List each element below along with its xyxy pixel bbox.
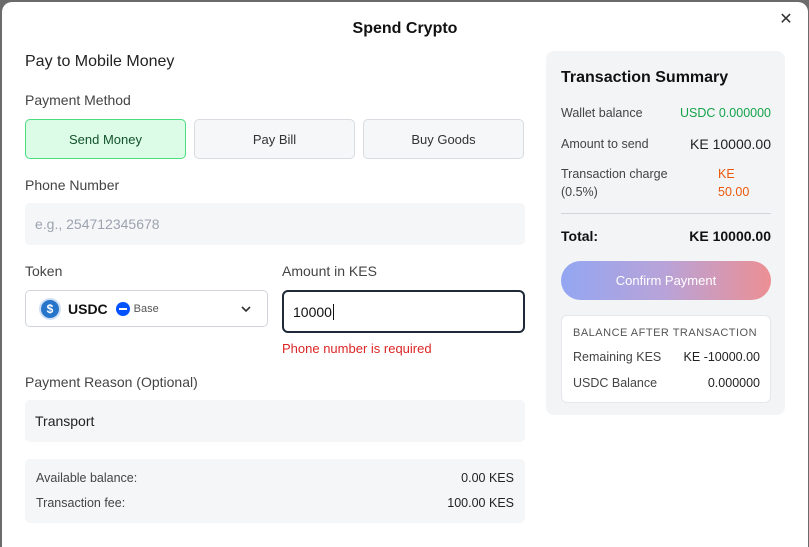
available-balance-row: Available balance: 0.00 KES xyxy=(36,471,514,485)
summary-divider xyxy=(561,213,771,214)
send-money-button[interactable]: Send Money xyxy=(25,119,186,159)
section-title: Pay to Mobile Money xyxy=(25,53,175,70)
remaining-kes-value: KE -10000.00 xyxy=(683,350,760,364)
transaction-charge-value: KE 50.00 xyxy=(718,165,749,201)
wallet-balance-label: Wallet balance xyxy=(561,106,643,120)
phone-number-label: Phone Number xyxy=(25,177,120,193)
transaction-charge-currency: KE xyxy=(718,167,735,181)
available-balance-label: Available balance: xyxy=(36,471,138,485)
summary-title: Transaction Summary xyxy=(561,69,729,86)
chevron-down-icon xyxy=(241,306,251,313)
transaction-summary-panel: Transaction Summary Wallet balance USDC … xyxy=(546,51,785,415)
transaction-charge-amount: 50.00 xyxy=(718,185,750,199)
transaction-fee-value: 100.00 KES xyxy=(447,496,514,510)
payment-reason-label: Payment Reason (Optional) xyxy=(25,374,198,390)
confirm-payment-button[interactable]: Confirm Payment xyxy=(561,261,771,300)
amount-input[interactable]: 10000 xyxy=(282,290,525,333)
wallet-balance-value: USDC 0.000000 xyxy=(679,106,771,120)
usdc-balance-row: USDC Balance 0.000000 xyxy=(573,376,760,390)
amount-error-message: Phone number is required xyxy=(282,341,432,356)
close-icon[interactable]: ✕ xyxy=(778,12,794,28)
pay-bill-button[interactable]: Pay Bill xyxy=(194,119,355,159)
balance-after-transaction-box: BALANCE AFTER TRANSACTION Remaining KES … xyxy=(561,315,771,403)
base-network-icon xyxy=(115,301,130,316)
usdc-balance-value: 0.000000 xyxy=(707,376,760,390)
amount-value: 10000 xyxy=(293,303,332,320)
transaction-fee-label: Transaction fee: xyxy=(36,496,126,510)
total-label: Total: xyxy=(561,228,599,244)
phone-number-placeholder: e.g., 254712345678 xyxy=(35,216,160,232)
remaining-kes-row: Remaining KES KE -10000.00 xyxy=(573,350,760,364)
token-symbol: USDC xyxy=(68,300,108,317)
payment-reason-value: Transport xyxy=(35,413,95,429)
balance-after-title: BALANCE AFTER TRANSACTION xyxy=(573,327,758,339)
buy-goods-button[interactable]: Buy Goods xyxy=(363,119,524,159)
usdc-logo-icon: $ xyxy=(39,297,61,320)
token-network: Base xyxy=(133,302,159,315)
remaining-kes-label: Remaining KES xyxy=(573,350,662,364)
token-select[interactable]: $ USDC Base xyxy=(25,290,268,327)
usdc-balance-label: USDC Balance xyxy=(573,376,658,390)
balance-info-box: Available balance: 0.00 KES Transaction … xyxy=(25,459,525,523)
payment-reason-input[interactable]: Transport xyxy=(25,400,525,442)
transaction-charge-label-line2: (0.5%) xyxy=(561,185,598,199)
transaction-charge-label-line1: Transaction charge xyxy=(561,167,668,181)
available-balance-value: 0.00 KES xyxy=(461,471,514,485)
total-value: KE 10000.00 xyxy=(689,228,771,244)
amount-to-send-label: Amount to send xyxy=(561,137,649,151)
amount-to-send-value: KE 10000.00 xyxy=(690,136,771,152)
transaction-fee-row: Transaction fee: 100.00 KES xyxy=(36,496,514,510)
modal-title: Spend Crypto xyxy=(352,20,458,37)
token-label: Token xyxy=(25,263,63,279)
phone-number-input[interactable]: e.g., 254712345678 xyxy=(25,203,525,245)
transaction-charge-label: Transaction charge (0.5%) xyxy=(561,165,668,201)
spend-crypto-modal: Spend Crypto ✕ Pay to Mobile Money Payme… xyxy=(2,2,808,547)
payment-method-label: Payment Method xyxy=(25,92,131,108)
text-caret xyxy=(332,303,334,320)
amount-label: Amount in KES xyxy=(282,263,377,279)
